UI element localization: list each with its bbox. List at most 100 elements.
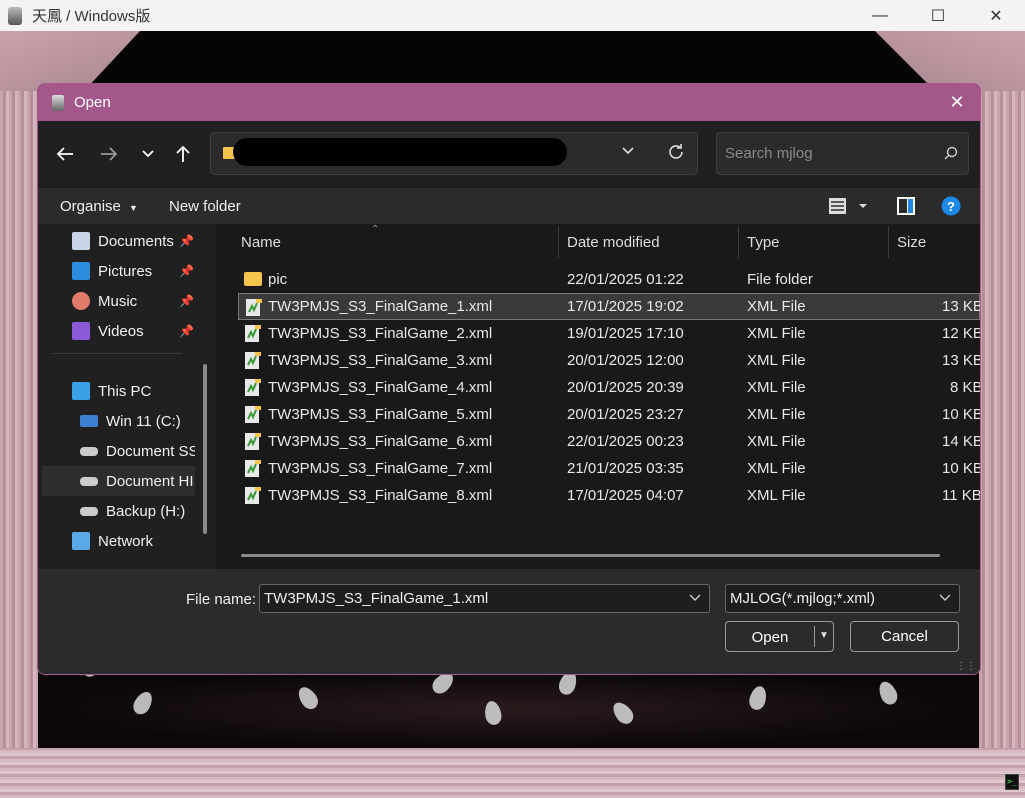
- app-title: 天鳳 / Windows版: [32, 8, 151, 25]
- file-name-label: File name:: [186, 591, 257, 608]
- close-icon[interactable]: ✕: [967, 0, 1025, 31]
- sidebar-item-label: Win 11 (C:): [106, 412, 181, 430]
- sidebar-item-backup-h[interactable]: Backup (H:): [80, 496, 195, 526]
- column-header-date[interactable]: Date modified: [567, 224, 660, 260]
- file-date: 20/01/2025 12:00: [567, 352, 684, 369]
- documents-icon: [72, 232, 90, 250]
- file-row[interactable]: TW3PMJS_S3_FinalGame_6.xml 22/01/2025 00…: [238, 428, 980, 455]
- search-input[interactable]: [725, 145, 925, 162]
- file-size: 14 KB: [942, 433, 980, 450]
- file-size: 12 KB: [942, 325, 980, 342]
- app-icon: [8, 6, 22, 25]
- column-header-type[interactable]: Type: [747, 224, 780, 260]
- file-row[interactable]: TW3PMJS_S3_FinalGame_4.xml 20/01/2025 20…: [238, 374, 980, 401]
- pin-icon: 📌: [179, 324, 194, 338]
- chevron-down-icon[interactable]: [939, 591, 951, 605]
- chevron-down-icon[interactable]: [689, 591, 701, 605]
- file-name-value[interactable]: TW3PMJS_S3_FinalGame_1.xml: [264, 590, 488, 607]
- column-divider[interactable]: [558, 226, 559, 258]
- maximize-icon[interactable]: ☐: [909, 0, 967, 31]
- sidebar-item-network[interactable]: Network: [72, 526, 194, 556]
- column-divider[interactable]: [888, 226, 889, 258]
- navigation-bar: [38, 121, 980, 187]
- horizontal-scrollbar[interactable]: [241, 554, 940, 557]
- sidebar-item-music[interactable]: Music 📌: [72, 286, 194, 316]
- sidebar-item-drive-c[interactable]: Win 11 (C:): [80, 406, 195, 436]
- file-name-combobox[interactable]: TW3PMJS_S3_FinalGame_1.xml: [259, 584, 710, 613]
- game-board: [38, 671, 979, 748]
- chevron-down-icon[interactable]: ▼: [819, 630, 829, 641]
- sidebar-scrollbar[interactable]: [203, 364, 207, 534]
- search-box[interactable]: [716, 132, 969, 175]
- file-list: ⌃ Name Date modified Type Size pic 22/01…: [216, 224, 980, 569]
- file-name: TW3PMJS_S3_FinalGame_4.xml: [268, 379, 493, 396]
- xml-file-icon: [245, 352, 261, 369]
- file-size: 10 KB: [942, 460, 980, 477]
- refresh-icon[interactable]: [666, 142, 686, 167]
- sidebar-item-document-ss[interactable]: Document SS: [80, 436, 195, 466]
- file-row-selected[interactable]: TW3PMJS_S3_FinalGame_1.xml 17/01/2025 19…: [238, 293, 980, 320]
- network-icon: [72, 532, 90, 550]
- dialog-app-icon: [52, 94, 64, 111]
- recent-locations-chevron-icon[interactable]: [133, 139, 163, 169]
- file-name: TW3PMJS_S3_FinalGame_5.xml: [268, 406, 493, 423]
- terminal-icon[interactable]: >_: [1005, 774, 1019, 790]
- file-type: XML File: [747, 460, 806, 477]
- open-button[interactable]: Open ▼: [725, 621, 834, 652]
- column-header-name[interactable]: Name: [241, 224, 281, 260]
- dialog-footer: File name: TW3PMJS_S3_FinalGame_1.xml MJ…: [38, 569, 980, 674]
- resize-grip-icon[interactable]: ⋮⋮: [956, 661, 976, 672]
- chevron-down-icon[interactable]: [621, 143, 635, 159]
- file-type-select[interactable]: MJLOG(*.mjlog;*.xml): [725, 584, 960, 613]
- split-divider: [814, 626, 815, 647]
- xml-file-icon: [245, 487, 261, 504]
- wood-frame-right: [979, 31, 1025, 798]
- folder-row[interactable]: pic 22/01/2025 01:22 File folder: [238, 266, 980, 293]
- file-type: XML File: [747, 298, 806, 315]
- sidebar-item-label: Backup (H:): [106, 502, 186, 520]
- sidebar-item-documents[interactable]: Documents 📌: [72, 226, 194, 256]
- file-date: 21/01/2025 03:35: [567, 460, 684, 477]
- pc-icon: [72, 382, 90, 400]
- sidebar-item-this-pc[interactable]: This PC: [72, 376, 194, 406]
- file-type: File folder: [747, 271, 813, 288]
- new-folder-button[interactable]: New folder: [169, 198, 241, 215]
- sidebar-item-pictures[interactable]: Pictures 📌: [72, 256, 194, 286]
- view-options-icon[interactable]: [828, 196, 868, 221]
- xml-file-icon: [245, 325, 261, 342]
- help-icon[interactable]: ?: [941, 196, 961, 221]
- file-row[interactable]: TW3PMJS_S3_FinalGame_5.xml 20/01/2025 23…: [238, 401, 980, 428]
- sidebar-item-document-hi[interactable]: Document HI: [42, 466, 195, 496]
- preview-pane-icon[interactable]: [896, 196, 916, 221]
- sidebar-item-videos[interactable]: Videos 📌: [72, 316, 194, 346]
- minimize-icon[interactable]: —: [851, 0, 909, 31]
- cancel-button[interactable]: Cancel: [850, 621, 959, 652]
- back-arrow-icon[interactable]: [50, 139, 80, 169]
- file-size: 10 KB: [942, 406, 980, 423]
- close-icon[interactable]: ✕: [946, 91, 968, 113]
- sidebar-item-label: Documents: [98, 232, 174, 250]
- open-dialog: Open ✕ Search mjlog Organise ▼ New folde…: [37, 83, 981, 675]
- organise-button[interactable]: Organise ▼: [60, 198, 138, 215]
- up-arrow-icon[interactable]: [168, 139, 198, 169]
- wood-frame-corner-left: [0, 31, 140, 91]
- forward-arrow-icon[interactable]: [94, 139, 124, 169]
- xml-file-icon: [245, 460, 261, 477]
- xml-file-icon: [245, 433, 261, 450]
- file-name: TW3PMJS_S3_FinalGame_3.xml: [268, 352, 493, 369]
- pictures-icon: [72, 262, 90, 280]
- sidebar-item-label: This PC: [98, 382, 152, 400]
- chevron-down-icon: ▼: [129, 203, 138, 213]
- file-row[interactable]: TW3PMJS_S3_FinalGame_7.xml 21/01/2025 03…: [238, 455, 980, 482]
- address-bar[interactable]: [210, 132, 698, 175]
- column-header-size[interactable]: Size: [897, 224, 926, 260]
- file-row[interactable]: TW3PMJS_S3_FinalGame_8.xml 17/01/2025 04…: [238, 482, 980, 509]
- column-divider[interactable]: [738, 226, 739, 258]
- file-date: 20/01/2025 20:39: [567, 379, 684, 396]
- search-icon[interactable]: [944, 146, 958, 165]
- pin-icon: 📌: [179, 264, 194, 278]
- pin-icon: 📌: [179, 294, 194, 308]
- file-row[interactable]: TW3PMJS_S3_FinalGame_2.xml 19/01/2025 17…: [238, 320, 980, 347]
- file-row[interactable]: TW3PMJS_S3_FinalGame_3.xml 20/01/2025 12…: [238, 347, 980, 374]
- sidebar-item-label: Videos: [98, 322, 144, 340]
